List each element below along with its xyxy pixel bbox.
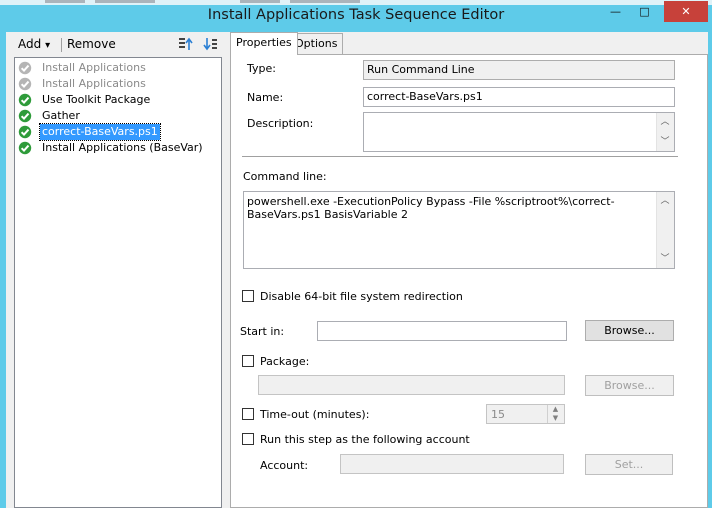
remove-button[interactable]: Remove (67, 37, 116, 51)
move-down-icon[interactable] (202, 36, 218, 52)
section-divider (242, 156, 678, 157)
account-input[interactable] (340, 454, 564, 474)
description-label: Description: (247, 117, 314, 130)
grey-check-icon (18, 61, 32, 75)
disable-redirection-checkbox[interactable] (242, 290, 254, 302)
package-label: Package: (260, 355, 310, 368)
green-check-icon (18, 93, 32, 107)
green-check-icon (18, 125, 32, 139)
name-input[interactable]: correct-BaseVars.ps1 (363, 87, 675, 107)
command-line-label: Command line: (243, 170, 327, 183)
type-label: Type: (247, 62, 276, 75)
tree-item-label: correct-BaseVars.ps1 (39, 123, 161, 141)
timeout-value: 15 (491, 408, 505, 421)
package-browse-button[interactable]: Browse... (585, 375, 674, 396)
move-up-icon[interactable] (178, 36, 194, 52)
spin-up-icon[interactable]: ▲ (547, 405, 563, 414)
scroll-up-icon[interactable]: ︿ (659, 195, 671, 207)
add-label: Add (18, 37, 42, 51)
title-bar: Install Applications Task Sequence Edito… (0, 0, 712, 32)
tree-item-label: Install Applications (BaseVar) (42, 141, 203, 154)
tree-item-label: Use Toolkit Package (42, 93, 151, 106)
add-button[interactable]: Add ▾ (18, 37, 50, 51)
green-check-icon (18, 109, 32, 123)
scroll-down-icon[interactable]: ﹀ (659, 253, 671, 265)
green-check-icon (18, 141, 32, 155)
task-sequence-tree[interactable]: Install Applications Install Application… (14, 57, 222, 508)
close-button[interactable]: ✕ (664, 1, 708, 22)
tree-toolbar: Add ▾ Remove (6, 32, 228, 56)
maximize-button[interactable]: □ (630, 1, 659, 22)
set-button[interactable]: Set... (585, 454, 673, 475)
dropdown-arrow-icon: ▾ (45, 40, 51, 51)
type-field: Run Command Line (363, 60, 675, 80)
command-line-input[interactable]: powershell.exe -ExecutionPolicy Bypass -… (243, 191, 675, 269)
tree-item-label: Gather (42, 109, 80, 122)
tab-properties[interactable]: Properties (230, 32, 298, 55)
scroll-up-icon[interactable]: ︿ (659, 116, 671, 128)
browse-button[interactable]: Browse... (585, 320, 674, 341)
package-checkbox[interactable] (242, 355, 254, 367)
description-scrollbar[interactable]: ︿ ﹀ (656, 113, 674, 151)
spin-down-icon[interactable]: ▼ (547, 414, 563, 423)
start-in-input[interactable] (317, 321, 567, 341)
start-in-label: Start in: (240, 325, 285, 338)
run-as-checkbox[interactable] (242, 433, 254, 445)
tree-item-label: Install Applications (42, 77, 146, 90)
command-line-text: powershell.exe -ExecutionPolicy Bypass -… (247, 195, 615, 221)
run-as-label: Run this step as the following account (260, 433, 470, 446)
disable-redirection-label: Disable 64-bit file system redirection (260, 290, 463, 303)
timeout-checkbox[interactable] (242, 408, 254, 420)
tree-item-label: Install Applications (42, 61, 146, 74)
scroll-down-icon[interactable]: ﹀ (659, 136, 671, 148)
description-input[interactable]: ︿ ﹀ (363, 112, 675, 152)
timeout-label: Time-out (minutes): (260, 408, 370, 421)
name-label: Name: (247, 91, 284, 104)
timeout-stepper[interactable]: 15 ▲ ▼ (486, 404, 565, 424)
command-line-scrollbar[interactable]: ︿ ﹀ (656, 192, 674, 268)
toolbar-separator (61, 38, 62, 52)
grey-check-icon (18, 77, 32, 91)
minimize-button[interactable]: — (601, 1, 630, 22)
account-label: Account: (260, 459, 309, 472)
package-input[interactable] (258, 375, 565, 395)
